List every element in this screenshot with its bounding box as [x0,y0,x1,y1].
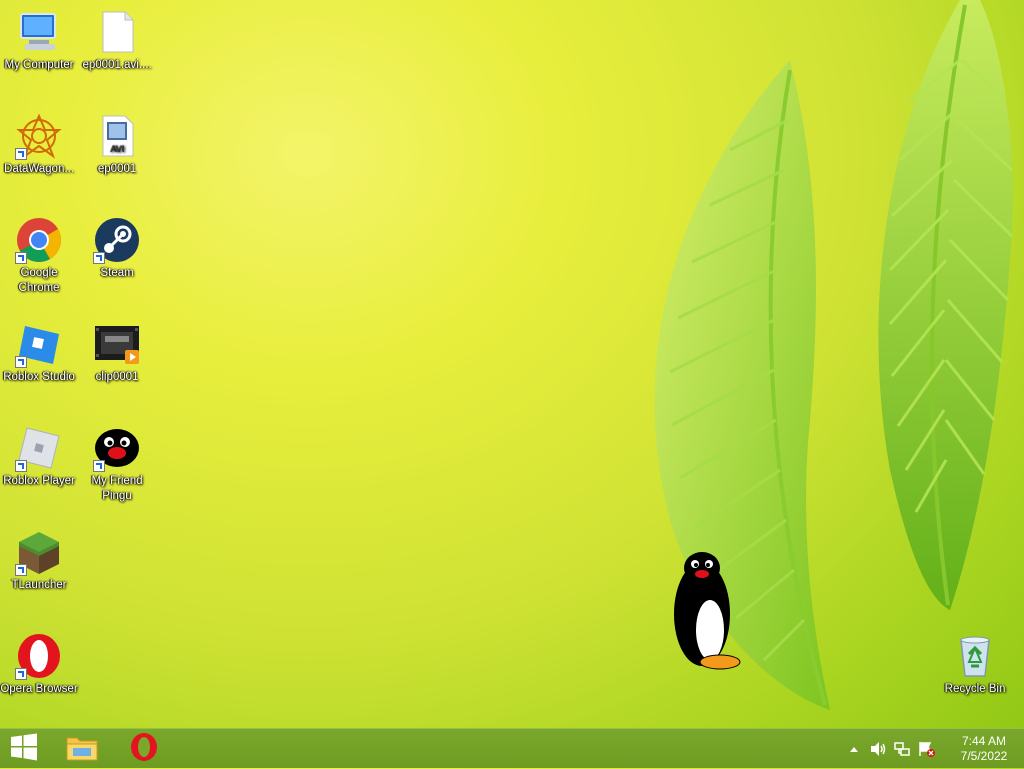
desktop-icon-roblox-player[interactable]: Roblox Player [0,416,78,489]
desktop-icon-my-computer[interactable]: My Computer [0,0,78,73]
desktop-icon-roblox-studio[interactable]: Roblox Studio [0,312,78,385]
icon-label: My Computer [4,59,74,71]
svg-text:AVI: AVI [111,144,125,154]
taskbar: 7:44 AM 7/5/2022 [0,728,1024,768]
computer-icon [15,8,63,56]
taskbar-opera[interactable] [118,729,170,769]
taskbar-clock[interactable]: 7:44 AM 7/5/2022 [944,734,1024,764]
blank-file-icon [93,8,141,56]
desktop-icon-datawagon[interactable]: DataWagon... [0,104,78,177]
icon-label: ep0001 [97,163,137,175]
clock-time: 7:44 AM [961,734,1007,748]
icon-label: Roblox Studio [3,371,75,383]
icon-label: Roblox Player [3,475,75,487]
shortcut-arrow-icon [15,148,27,160]
icon-label: TLauncher [11,579,67,591]
desktop-icon-steam[interactable]: Steam [78,208,156,281]
avi-file-icon: AVI [93,112,141,160]
file-explorer-icon [65,732,99,767]
icon-label: clip0001 [95,371,139,383]
show-hidden-icons-chevron[interactable] [844,739,864,759]
desktop-icon-ep0001[interactable]: AVI ep0001 [78,104,156,177]
icon-label: ep0001.avi.... [82,59,152,71]
shortcut-arrow-icon [15,460,27,472]
desktop-icon-my-friend-pingu[interactable]: My Friend Pingu [78,416,156,504]
desktop-icon-clip0001[interactable]: clip0001 [78,312,156,385]
desktop-icon-opera-browser[interactable]: Opera Browser [0,624,78,697]
desktop-icon-google-chrome[interactable]: Google Chrome [0,208,78,296]
network-icon[interactable] [892,739,912,759]
desktop-icon-ep0001-avi-file[interactable]: ep0001.avi.... [78,0,156,73]
start-button[interactable] [0,729,48,769]
shortcut-arrow-icon [93,252,105,264]
shortcut-arrow-icon [15,252,27,264]
icon-label: DataWagon... [4,163,74,175]
clock-date: 7/5/2022 [960,749,1008,763]
icon-label: Steam [100,267,134,279]
icon-label: Google Chrome [18,267,60,294]
taskbar-file-explorer[interactable] [56,729,108,769]
shortcut-arrow-icon [15,668,27,680]
icon-label: Opera Browser [0,683,78,695]
shortcut-arrow-icon [93,460,105,472]
desktop-icon-recycle-bin[interactable]: Recycle Bin [936,624,1014,697]
opera-icon [129,732,159,767]
action-center-flag-icon[interactable] [916,739,936,759]
desktop[interactable]: My Computer DataWagon... Google Chrome R… [0,0,1024,728]
wallpaper-leaves [654,0,1014,710]
video-clip-icon [93,320,141,368]
shortcut-arrow-icon [15,356,27,368]
windows-logo-icon [10,733,38,766]
desktop-icon-tlauncher[interactable]: TLauncher [0,520,78,593]
volume-icon[interactable] [868,739,888,759]
pingu-desktop-pet[interactable] [668,550,746,672]
recycle-bin-icon [951,632,999,680]
system-tray: 7:44 AM 7/5/2022 [842,729,1024,769]
icon-label: Recycle Bin [944,683,1006,695]
icon-label: My Friend Pingu [91,475,143,502]
shortcut-arrow-icon [15,564,27,576]
